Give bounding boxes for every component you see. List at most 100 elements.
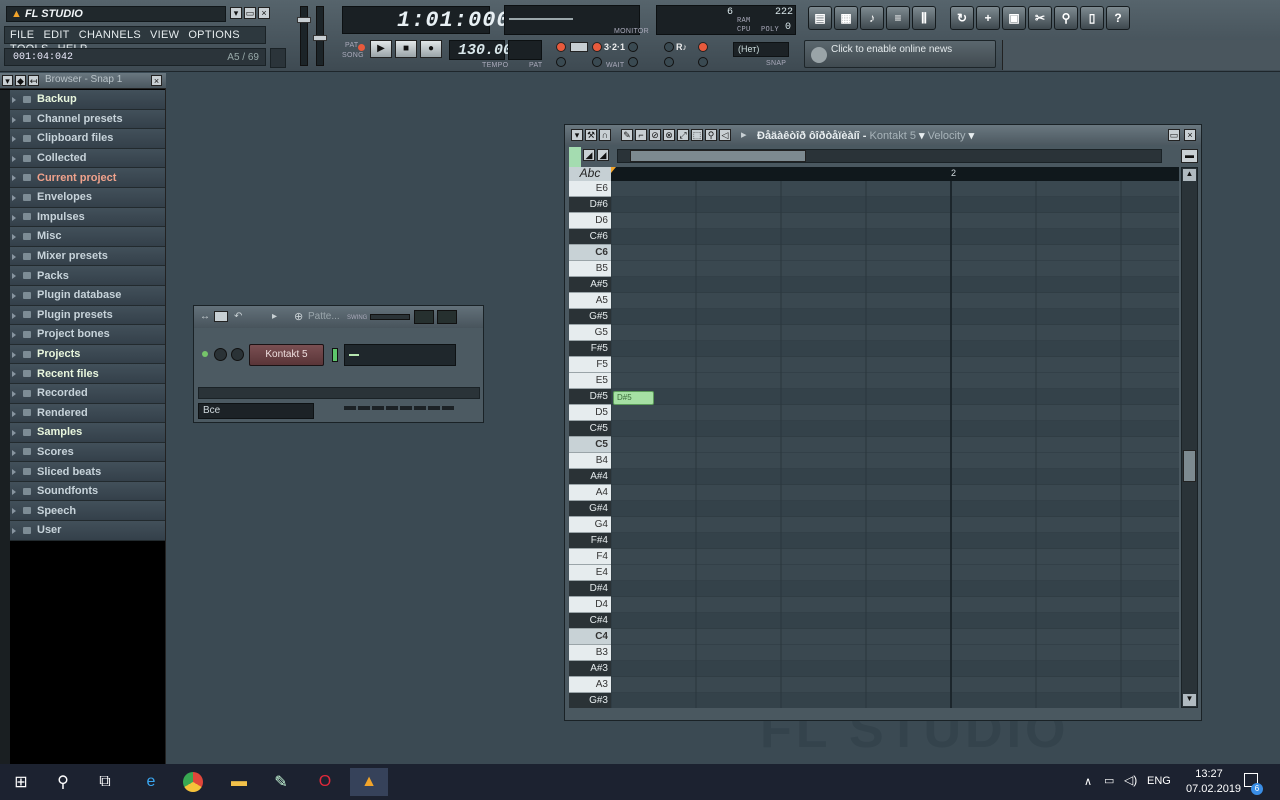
wave-icon[interactable] [270, 48, 286, 68]
piano-key[interactable]: D4 [569, 597, 611, 613]
expand-arrow-icon[interactable] [12, 116, 16, 123]
piano-key[interactable]: F#5 [569, 341, 611, 357]
tempo-display[interactable]: 130.000 [449, 40, 521, 60]
piano-roll-icon[interactable]: ♪ [860, 6, 884, 30]
volume-knob[interactable] [231, 348, 244, 361]
expand-arrow-icon[interactable] [12, 175, 16, 182]
expand-arrow-icon[interactable] [12, 97, 16, 103]
playback-tool-icon[interactable]: ◁ [719, 129, 731, 141]
channel-step-preview[interactable] [344, 344, 456, 366]
channel-select-led[interactable] [332, 348, 338, 362]
volume-icon[interactable]: ◁) [1124, 773, 1137, 787]
close-icon[interactable]: × [258, 7, 270, 19]
document-icon[interactable]: ▯ [1080, 6, 1104, 30]
arrow-right-icon[interactable]: ▸ [272, 311, 277, 322]
note-grid[interactable] [611, 181, 1179, 708]
browser-nav-icon[interactable]: ◆ [15, 75, 26, 86]
menu-view[interactable]: VIEW [145, 27, 183, 41]
new-file-icon[interactable]: + [976, 6, 1000, 30]
timeline-ruler[interactable]: 2 [611, 167, 1179, 181]
arrow-right-icon[interactable]: ▸ [741, 128, 747, 141]
piano-key[interactable]: B4 [569, 453, 611, 469]
pattern-selector[interactable]: (Нет) [733, 42, 789, 57]
maximize-icon[interactable]: ▭ [1168, 129, 1180, 141]
browser-item[interactable]: Scores [10, 442, 165, 463]
online-news-panel[interactable]: Click to enable online news [804, 40, 996, 68]
keyboard-editor-icon[interactable] [437, 310, 457, 324]
edge-browser-icon[interactable]: e [132, 768, 170, 796]
typing-keyboard-icon[interactable] [570, 42, 588, 52]
undo-rack-icon[interactable]: ↶ [234, 311, 242, 322]
piano-key[interactable]: G#5 [569, 309, 611, 325]
swing-slider[interactable] [370, 314, 410, 320]
mute-tool-icon[interactable]: ⊗ [663, 129, 675, 141]
vertical-scrollbar[interactable]: ▲ ▼ [1181, 167, 1198, 708]
metronome-toggle[interactable] [556, 42, 566, 52]
search-icon[interactable]: ⚲ [44, 768, 82, 796]
blend-toggle[interactable] [556, 57, 566, 67]
expand-arrow-icon[interactable] [12, 528, 16, 535]
piano-key[interactable]: D6 [569, 213, 611, 229]
countdown-icon[interactable]: 3·2·1 [604, 42, 625, 52]
piano-key[interactable]: A#3 [569, 661, 611, 677]
add-pattern-icon[interactable]: ⊕ [294, 310, 303, 323]
channel-rack-title[interactable]: Patte... [308, 311, 340, 322]
piano-key[interactable]: G#3 [569, 693, 611, 708]
expand-arrow-icon[interactable] [12, 488, 16, 495]
browser-item[interactable]: Clipboard files [10, 129, 165, 149]
select-tool-icon[interactable]: ⬚ [691, 129, 703, 141]
graph-editor-icon[interactable] [414, 310, 434, 324]
expand-arrow-icon[interactable] [12, 136, 16, 143]
step-edit-toggle[interactable] [628, 42, 638, 52]
slice-tool-icon[interactable]: ⤢ [677, 129, 689, 141]
scroll-down-icon[interactable]: ▼ [1183, 694, 1196, 706]
opera-icon[interactable]: O [306, 768, 344, 796]
snap-tool-icon[interactable]: ◢ [583, 149, 595, 161]
browser-item[interactable]: Recent files [10, 364, 165, 384]
overdub-toggle[interactable] [664, 42, 674, 52]
piano-key[interactable]: C6 [569, 245, 611, 261]
loop-record-toggle[interactable] [698, 42, 708, 52]
expand-arrow-icon[interactable] [12, 508, 16, 515]
piano-key[interactable]: F4 [569, 549, 611, 565]
chevron-up-icon[interactable]: ∧ [1084, 775, 1092, 788]
record-button[interactable]: ● [420, 40, 442, 58]
browser-item[interactable]: Mixer presets [10, 246, 165, 267]
horizontal-scroll-thumb[interactable] [630, 150, 806, 162]
piano-key[interactable]: E4 [569, 565, 611, 581]
piano-key[interactable]: C#4 [569, 613, 611, 629]
piano-key[interactable]: F#4 [569, 533, 611, 549]
menu-channels[interactable]: CHANNELS [74, 27, 145, 41]
browser-item[interactable]: Soundfonts [10, 481, 165, 502]
menu-edit[interactable]: EDIT [38, 27, 73, 41]
browser-back-icon[interactable]: ↤ [28, 75, 39, 86]
expand-arrow-icon[interactable] [12, 371, 16, 378]
save-icon[interactable]: ▣ [1002, 6, 1026, 30]
stop-button[interactable]: ■ [395, 40, 417, 58]
channel-rack-scrollbar[interactable] [198, 387, 480, 399]
zoom-tool-icon[interactable]: ⚲ [705, 129, 717, 141]
channel-button-kontakt[interactable]: Kontakt 5 [249, 344, 324, 366]
file-explorer-icon[interactable]: ▬ [220, 768, 258, 796]
expand-arrow-icon[interactable] [12, 469, 16, 476]
browser-item[interactable]: Samples [10, 423, 165, 443]
expand-arrow-icon[interactable] [12, 390, 16, 397]
countdown-toggle[interactable] [592, 42, 602, 52]
help-icon[interactable]: ? [1106, 6, 1130, 30]
browser-scrollbar[interactable] [0, 90, 10, 764]
piano-key[interactable]: G4 [569, 517, 611, 533]
piano-key[interactable]: A5 [569, 293, 611, 309]
piano-key[interactable]: G#4 [569, 501, 611, 517]
browser-item[interactable]: Packs [10, 266, 165, 286]
piano-key[interactable]: D#6 [569, 197, 611, 213]
browser-item[interactable]: Sliced beats [10, 462, 165, 482]
piano-key[interactable]: G5 [569, 325, 611, 341]
pan-knob[interactable] [214, 348, 227, 361]
play-button[interactable]: ▶ [370, 40, 392, 58]
expand-arrow-icon[interactable] [12, 155, 16, 162]
network-icon[interactable]: ▭ [1104, 774, 1114, 787]
menu-file[interactable]: FILE [5, 27, 38, 41]
expand-arrow-icon[interactable] [12, 351, 16, 358]
expand-arrow-icon[interactable] [12, 410, 16, 417]
rack-view-icon[interactable] [214, 311, 228, 322]
